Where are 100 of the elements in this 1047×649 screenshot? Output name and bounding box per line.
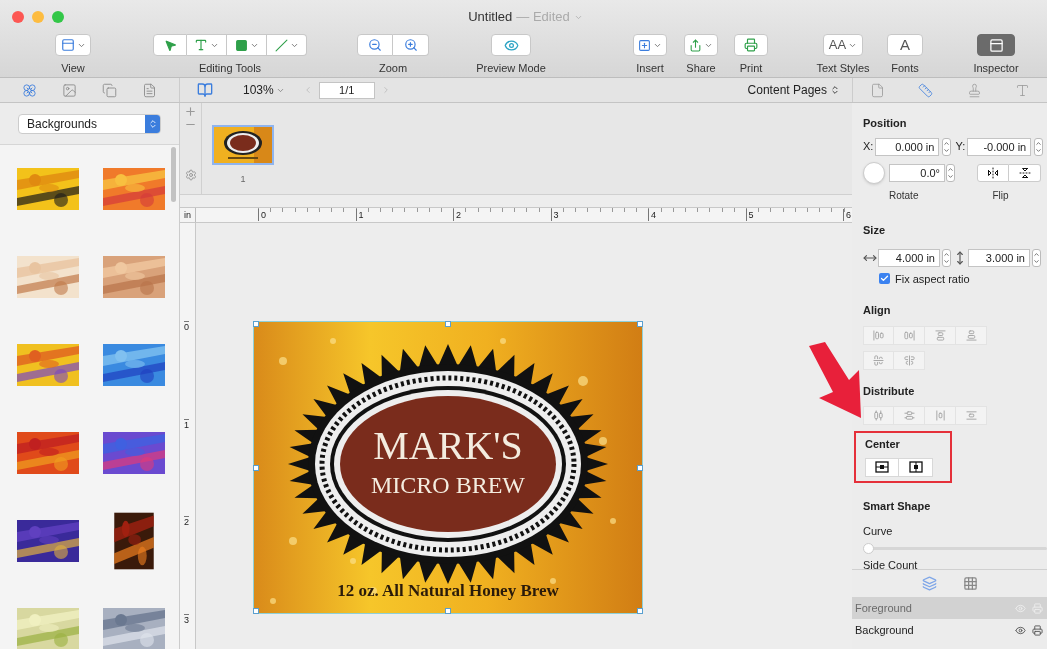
zoom-out-icon (368, 38, 382, 52)
curve-slider[interactable] (863, 543, 1047, 554)
window-title: Untitled (468, 8, 513, 27)
stepper[interactable] (942, 137, 952, 156)
chevron-down-icon (947, 172, 954, 180)
align-icon (903, 410, 915, 421)
align-button[interactable] (899, 457, 933, 477)
printer-icon[interactable] (1032, 624, 1043, 636)
selection-handle[interactable] (253, 608, 259, 614)
insert-button[interactable] (633, 34, 667, 56)
rotation-dial[interactable] (863, 161, 885, 184)
inspector-bottom-tab[interactable] (962, 576, 978, 591)
selection-handle[interactable] (253, 464, 259, 471)
center-icon (875, 461, 889, 473)
height-field[interactable]: 3.000 in (968, 248, 1030, 267)
line-tool-button[interactable] (267, 34, 307, 56)
line-icon (274, 38, 288, 52)
stepper[interactable] (946, 163, 955, 182)
page-field[interactable]: 1/1 (318, 81, 375, 99)
inspector-tab[interactable] (1015, 82, 1031, 98)
close-button[interactable] (12, 11, 24, 23)
rotate-label: Rotate (889, 188, 919, 203)
toolbar-label: Zoom (378, 61, 408, 76)
width-field[interactable]: 4.000 in (878, 248, 940, 267)
text-styles-button[interactable]: AA (823, 34, 863, 56)
insert-icon (638, 38, 651, 52)
ruler-unit: in (180, 208, 196, 222)
chevron-up-icon (943, 139, 951, 147)
text-tool-button[interactable] (187, 34, 227, 56)
selection-handle[interactable] (637, 464, 643, 471)
selection-handle[interactable] (445, 321, 451, 327)
share-button[interactable] (684, 34, 718, 56)
inspector-bottom-tab[interactable] (921, 576, 937, 591)
center-icon (908, 461, 923, 473)
page-number: 1 (240, 173, 246, 186)
page-thumbnail[interactable] (212, 125, 274, 165)
category-dropdown[interactable]: Backgrounds (18, 113, 161, 134)
chevron-up-icon (943, 250, 950, 258)
inspector-button[interactable] (977, 34, 1015, 56)
inspector-tab[interactable] (869, 82, 885, 98)
library-tab[interactable] (101, 82, 117, 98)
view-button[interactable] (55, 34, 91, 56)
preview-button[interactable] (491, 34, 531, 56)
selection-handle[interactable] (637, 321, 643, 327)
stepper[interactable] (1032, 248, 1041, 267)
section-heading: Distribute (863, 385, 915, 397)
flip-horizontal-icon (987, 166, 999, 179)
add-page-icon[interactable] (184, 105, 197, 118)
angle-field[interactable]: 0.0° (889, 163, 945, 182)
slider-thumb[interactable] (863, 543, 874, 554)
selection-handle[interactable] (253, 321, 259, 327)
eye-icon[interactable] (1015, 624, 1026, 636)
inspector-tab[interactable] (966, 82, 982, 98)
flip-vertical-button[interactable] (1009, 163, 1041, 182)
aspect-checkbox[interactable] (879, 273, 890, 285)
zoom-button[interactable] (52, 11, 64, 23)
toolbar-label: Print (739, 61, 763, 76)
x-field[interactable]: 0.000 in (875, 137, 940, 156)
toolbar-label: Preview Mode (476, 61, 546, 76)
align-icon (873, 330, 884, 341)
section-heading: Position (863, 116, 907, 131)
inspector-tab[interactable] (918, 82, 934, 98)
stepper[interactable] (1034, 137, 1044, 156)
select-tool-button[interactable] (153, 34, 187, 56)
label-artwork-drawing[interactable] (253, 321, 643, 614)
stepper[interactable] (942, 248, 951, 267)
chevron-up-icon (1035, 139, 1043, 147)
zoom-in-button[interactable] (393, 34, 429, 56)
ruler-mark: 2 (453, 209, 461, 221)
library-tab[interactable] (22, 82, 38, 98)
ruler-mark: 0 (258, 209, 266, 221)
section-heading: Center (865, 437, 900, 452)
layer-row[interactable]: Background (852, 619, 1047, 641)
chevron-down-icon (1035, 146, 1043, 154)
align-icon (965, 410, 977, 421)
flip-vertical-icon (1018, 166, 1031, 179)
ruler-mark: 1 (355, 209, 364, 221)
zoom-menu[interactable]: 103% (243, 81, 285, 99)
shape-tool-button[interactable] (227, 34, 267, 56)
book-icon[interactable] (197, 82, 213, 98)
settings-icon[interactable] (184, 169, 197, 181)
content-pages-menu[interactable]: Content Pages (747, 81, 840, 99)
library-tab[interactable] (62, 82, 78, 98)
window-status: — Edited (516, 8, 570, 27)
layers-icon (921, 576, 937, 591)
align-icon (873, 410, 884, 421)
selection-handle[interactable] (445, 608, 451, 614)
text-icon (194, 38, 208, 52)
print-button[interactable] (734, 34, 768, 56)
selection-handle[interactable] (637, 608, 643, 614)
library-tab[interactable] (141, 82, 157, 98)
ruler-mark: 6 (843, 209, 851, 221)
zoom-out-button[interactable] (357, 34, 393, 56)
y-field[interactable]: -0.000 in (967, 137, 1032, 156)
align-button[interactable] (865, 457, 899, 477)
flip-horizontal-button[interactable] (977, 163, 1009, 182)
library-tab-icon (22, 82, 38, 98)
fonts-button[interactable]: A (887, 34, 923, 56)
chevron-up-icon (1033, 250, 1040, 258)
inspector-tab-icon (1015, 82, 1031, 98)
